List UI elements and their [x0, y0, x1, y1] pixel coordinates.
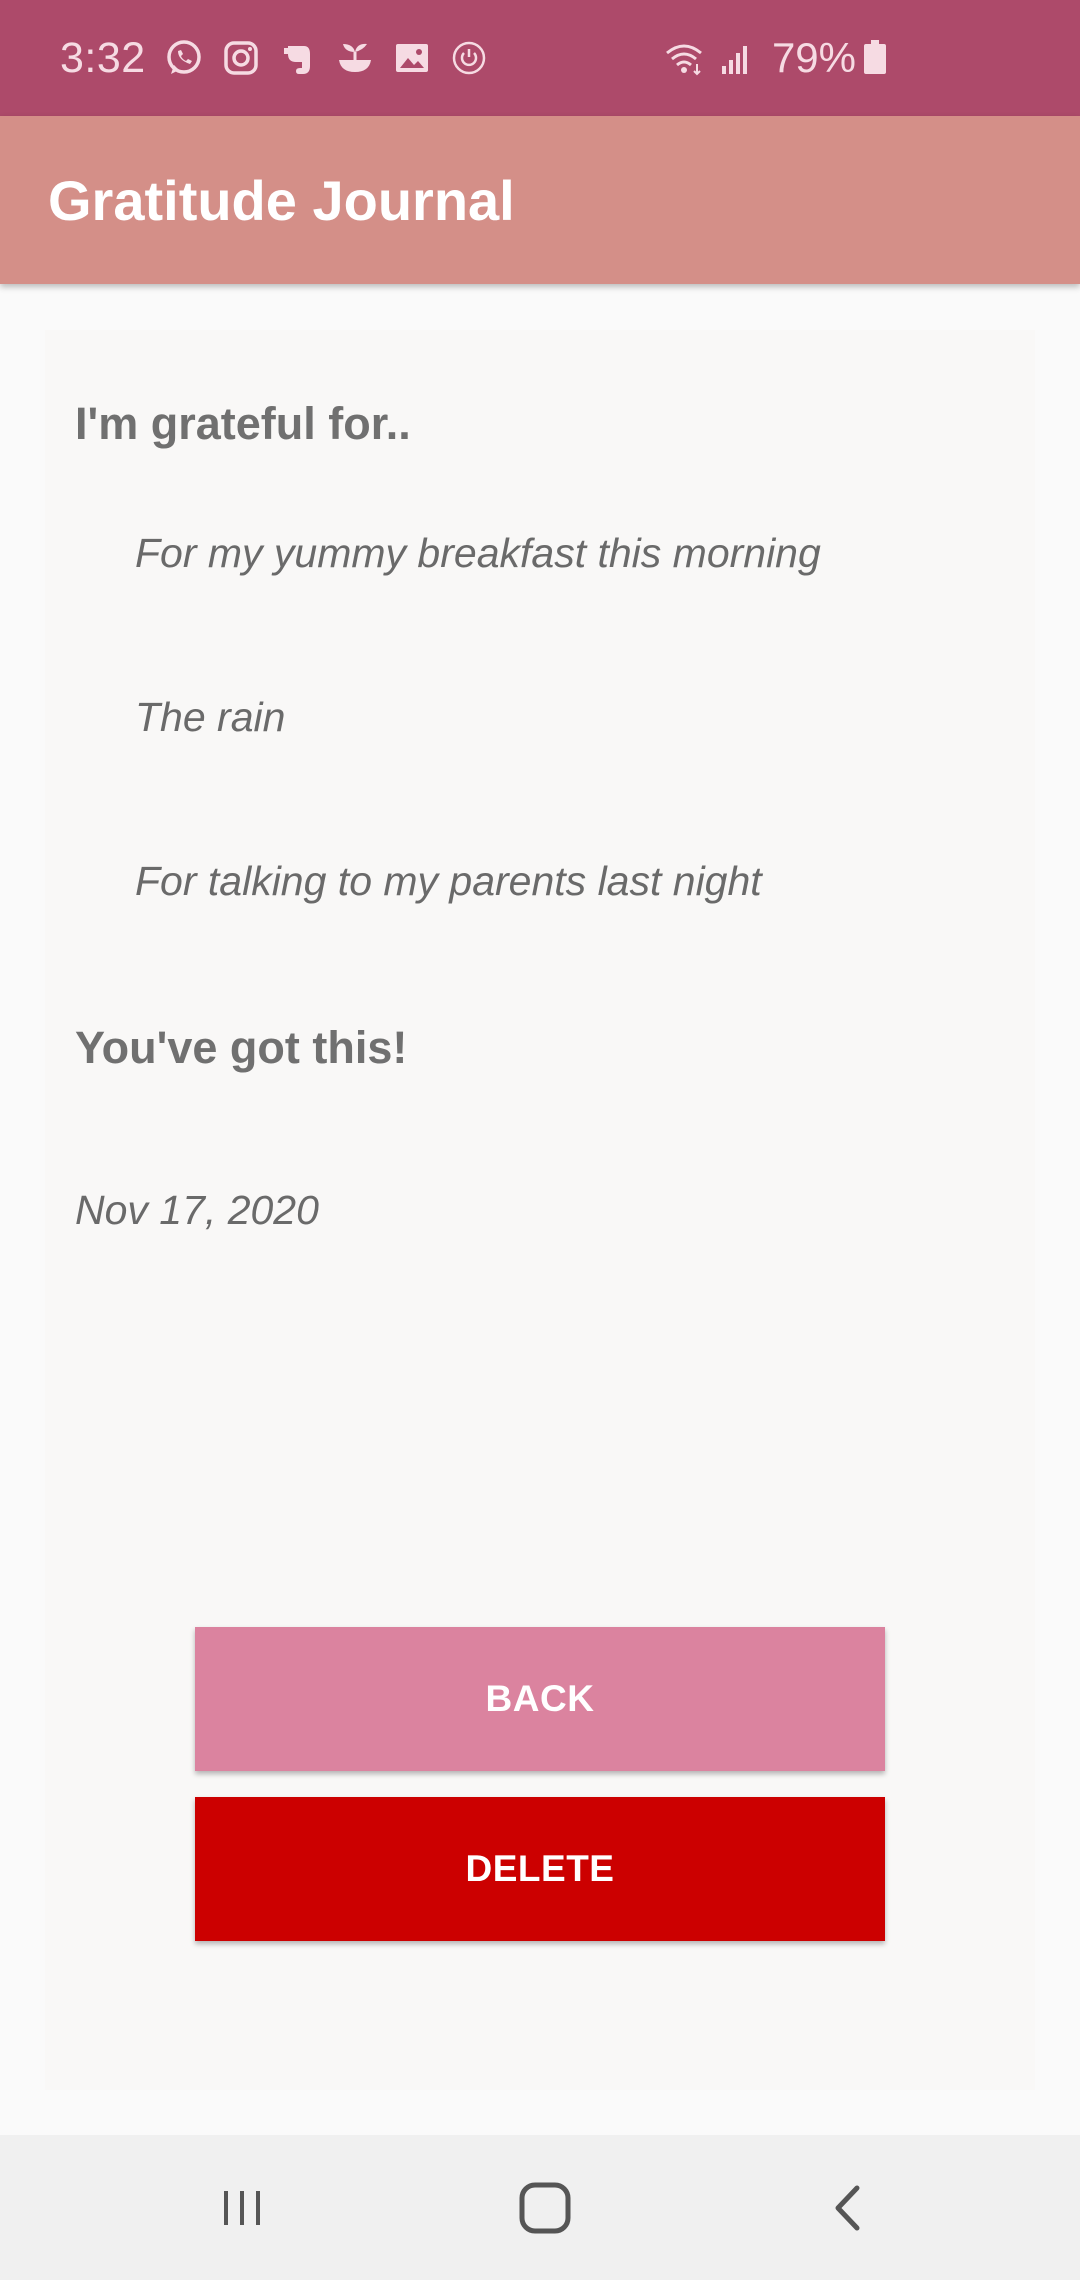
home-button[interactable] — [445, 2135, 645, 2280]
app-title: Gratitude Journal — [48, 168, 515, 232]
gratitude-item-3: For talking to my parents last night — [135, 858, 762, 904]
back-button[interactable]: BACK — [195, 1627, 885, 1771]
grateful-heading: I'm grateful for.. — [75, 398, 411, 449]
battery-icon — [862, 38, 888, 78]
sprout-icon — [335, 38, 375, 78]
home-icon — [519, 2182, 571, 2233]
delete-button[interactable]: DELETE — [195, 1797, 885, 1941]
evernote-icon — [278, 38, 318, 78]
status-bar: 3:32 79% — [0, 0, 1080, 116]
gratitude-item-2: The rain — [135, 694, 286, 740]
gallery-icon — [392, 38, 432, 78]
recent-apps-icon — [224, 2190, 260, 2225]
whatsapp-icon — [164, 38, 204, 78]
instagram-icon — [221, 38, 261, 78]
power-icon — [449, 38, 489, 78]
affirmation-text: You've got this! — [75, 1022, 408, 1073]
back-nav-button[interactable] — [748, 2135, 948, 2280]
status-time: 3:32 — [60, 33, 146, 82]
app-bar: Gratitude Journal — [0, 116, 1080, 284]
recent-apps-button[interactable] — [142, 2135, 342, 2280]
journal-entry-card: I'm grateful for.. For my yummy breakfas… — [45, 330, 1035, 2090]
signal-icon — [716, 38, 756, 78]
navigation-bar — [0, 2135, 1080, 2280]
back-icon — [835, 2185, 860, 2230]
wifi-icon — [664, 38, 704, 78]
status-right-cluster: 79% — [664, 0, 900, 116]
gratitude-item-1: For my yummy breakfast this morning — [135, 530, 821, 576]
battery-percent: 79% — [771, 34, 856, 81]
entry-date: Nov 17, 2020 — [75, 1187, 319, 1233]
